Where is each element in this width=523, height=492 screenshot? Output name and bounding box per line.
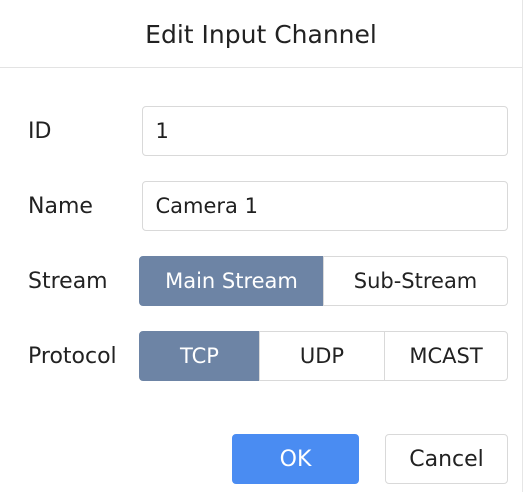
dialog-header: Edit Input Channel — [0, 0, 522, 68]
stream-label: Stream — [28, 268, 108, 294]
id-label: ID — [28, 118, 52, 144]
ok-button[interactable]: OK — [232, 434, 359, 484]
name-row: Name — [28, 181, 508, 231]
dialog-title: Edit Input Channel — [145, 20, 377, 49]
name-input[interactable] — [142, 181, 508, 231]
protocol-option-mcast[interactable]: MCAST — [384, 331, 508, 381]
cancel-button[interactable]: Cancel — [385, 434, 508, 484]
protocol-option-udp[interactable]: UDP — [259, 331, 385, 381]
stream-option-main[interactable]: Main Stream — [139, 256, 324, 306]
protocol-segmented-control: TCP UDP MCAST — [139, 331, 508, 381]
id-input[interactable] — [142, 106, 508, 156]
protocol-option-tcp[interactable]: TCP — [139, 331, 260, 381]
protocol-label: Protocol — [28, 343, 117, 369]
stream-option-sub[interactable]: Sub-Stream — [323, 256, 508, 306]
stream-row: Stream Main Stream Sub-Stream — [28, 256, 508, 306]
protocol-row: Protocol TCP UDP MCAST — [28, 331, 508, 381]
stream-segmented-control: Main Stream Sub-Stream — [139, 256, 508, 306]
name-label: Name — [28, 193, 93, 219]
edit-input-channel-dialog: Edit Input Channel ID Name Stream Main S… — [0, 0, 523, 492]
id-row: ID — [28, 106, 508, 156]
dialog-footer: OK Cancel — [232, 434, 508, 484]
